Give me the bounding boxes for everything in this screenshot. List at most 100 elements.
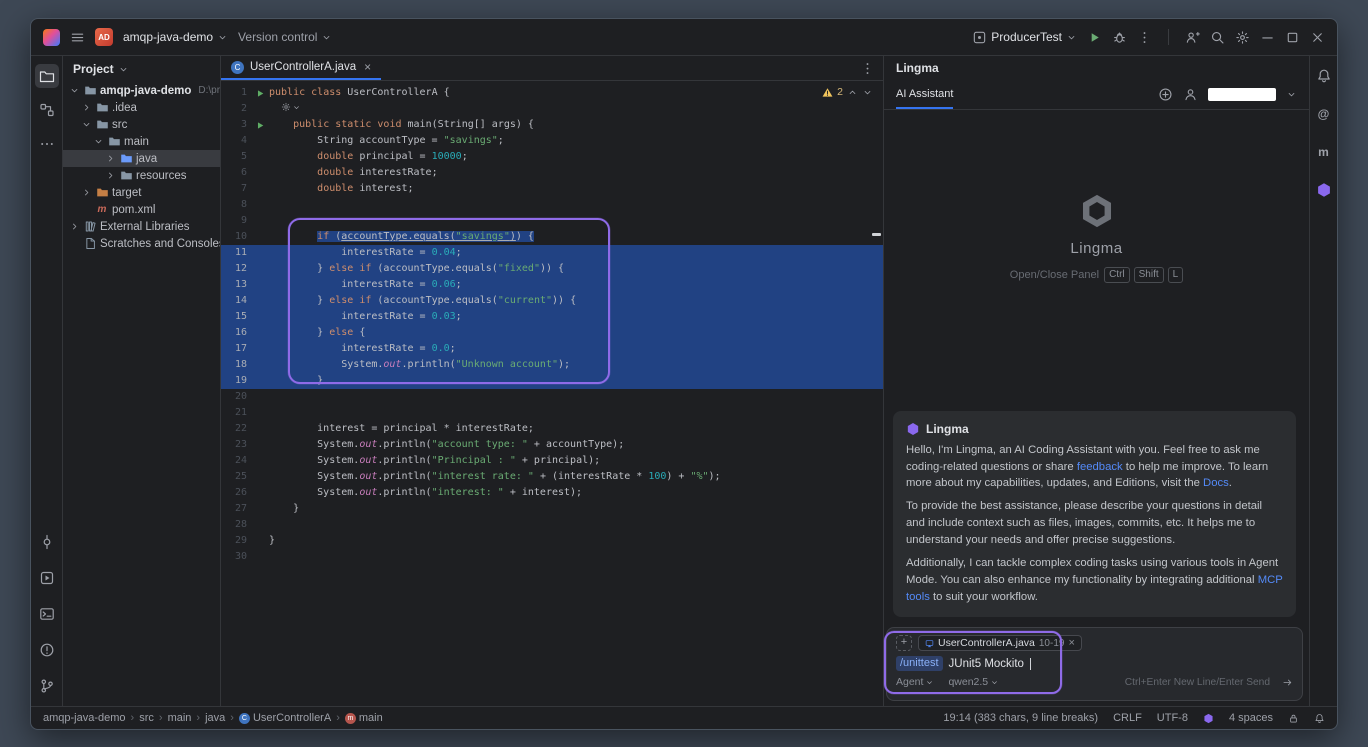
next-issue-icon[interactable] bbox=[862, 87, 873, 98]
link-feedback[interactable]: feedback bbox=[1077, 461, 1123, 473]
caret-position[interactable]: 19:14 (383 chars, 9 line breaks) bbox=[943, 712, 1098, 724]
file-encoding[interactable]: UTF-8 bbox=[1157, 712, 1188, 724]
context-file-label: UserControllerA.java bbox=[938, 637, 1035, 649]
notifications-icon[interactable] bbox=[1314, 713, 1325, 724]
inline-settings-icon[interactable] bbox=[281, 102, 301, 112]
chevron-down-icon bbox=[321, 32, 332, 43]
lingma-logo bbox=[1078, 192, 1116, 230]
user-avatar-icon[interactable] bbox=[1183, 87, 1198, 102]
indent-size[interactable]: 4 spaces bbox=[1229, 712, 1273, 724]
tree-item-scratches-and-consoles[interactable]: Scratches and Consoles bbox=[63, 235, 220, 252]
lingma-icon[interactable] bbox=[1312, 178, 1336, 202]
close-button[interactable] bbox=[1310, 30, 1325, 45]
tree-item-java[interactable]: java bbox=[63, 150, 220, 167]
code-line-5: 5 double principal = 10000; bbox=[221, 149, 883, 165]
run-button[interactable] bbox=[1087, 30, 1102, 45]
mentions-icon[interactable]: @ bbox=[1312, 102, 1336, 126]
maven-icon[interactable]: m bbox=[1312, 140, 1336, 164]
tree-item-main[interactable]: main bbox=[63, 133, 220, 150]
code-line-1: 1public class UserControllerA { bbox=[221, 85, 883, 101]
breadcrumb-main[interactable]: mmain bbox=[345, 712, 383, 724]
welcome-paragraph: To provide the best assistance, please d… bbox=[906, 498, 1283, 549]
project-panel-title[interactable]: Project bbox=[73, 62, 114, 76]
tree-item--idea[interactable]: .idea bbox=[63, 99, 220, 116]
more-h-icon[interactable] bbox=[35, 132, 59, 156]
line-separator[interactable]: CRLF bbox=[1113, 712, 1142, 724]
code-line-19: 19 } bbox=[221, 373, 883, 389]
editor-tab-usercontrollera[interactable]: C UserControllerA.java × bbox=[221, 56, 381, 80]
context-chip[interactable]: UserControllerA.java 10-19 × bbox=[918, 635, 1082, 651]
breadcrumb-java[interactable]: java bbox=[205, 712, 225, 724]
tab-ai-assistant[interactable]: AI Assistant bbox=[896, 80, 953, 109]
inspections-widget[interactable]: 2 bbox=[822, 86, 873, 98]
commit-icon[interactable] bbox=[35, 530, 59, 554]
link-docs[interactable]: Docs bbox=[1203, 477, 1229, 489]
lingma-empty-state: Lingma Open/Close PanelCtrlShiftL bbox=[884, 192, 1309, 283]
code-line-7: 7 double interest; bbox=[221, 181, 883, 197]
readonly-lock-icon[interactable] bbox=[1288, 713, 1299, 724]
project-avatar[interactable]: AD bbox=[95, 28, 113, 46]
code-line-15: 15 interestRate = 0.03; bbox=[221, 309, 883, 325]
tree-item-src[interactable]: src bbox=[63, 116, 220, 133]
code-line-18: 18 System.out.println("Unknown account")… bbox=[221, 357, 883, 373]
lingma-status-icon[interactable] bbox=[1203, 713, 1214, 724]
chevron-down-icon[interactable] bbox=[1286, 89, 1297, 100]
breadcrumb-amqp-java-demo[interactable]: amqp-java-demo bbox=[43, 712, 126, 724]
remove-context-icon[interactable]: × bbox=[1068, 637, 1074, 649]
debug-button[interactable] bbox=[1112, 30, 1127, 45]
tree-item-pom-xml[interactable]: mpom.xml bbox=[63, 201, 220, 218]
run-config-icon bbox=[972, 30, 987, 45]
code-line-6: 6 double interestRate; bbox=[221, 165, 883, 181]
left-toolbar bbox=[31, 56, 63, 706]
chat-input-text[interactable]: JUnit5 Mockito bbox=[949, 658, 1024, 670]
project-switcher[interactable]: amqp-java-demo bbox=[123, 30, 228, 44]
services-icon[interactable] bbox=[35, 566, 59, 590]
send-button[interactable] bbox=[1282, 677, 1293, 688]
breadcrumb-usercontrollera[interactable]: CUserControllerA bbox=[239, 712, 331, 724]
notifications-icon[interactable] bbox=[1312, 64, 1336, 88]
code-with-me-icon[interactable] bbox=[1185, 30, 1200, 45]
chevron-down-icon bbox=[217, 32, 228, 43]
editor: C UserControllerA.java × 2 bbox=[221, 56, 883, 706]
code-area[interactable]: 2 1public class UserControllerA {23 publ… bbox=[221, 81, 883, 706]
model-selector[interactable]: qwen2.5 bbox=[948, 676, 999, 688]
tree-item-external-libraries[interactable]: External Libraries bbox=[63, 218, 220, 235]
add-context-button[interactable]: + bbox=[896, 635, 912, 651]
breadcrumb-main[interactable]: main bbox=[168, 712, 192, 724]
git-branch-icon[interactable] bbox=[35, 674, 59, 698]
code-line-21: 21 bbox=[221, 405, 883, 421]
editor-tab-label: UserControllerA.java bbox=[250, 61, 356, 73]
command-chip[interactable]: /unittest bbox=[896, 656, 943, 671]
code-line-12: 12 } else if (accountType.equals("fixed"… bbox=[221, 261, 883, 277]
minimize-button[interactable] bbox=[1260, 30, 1275, 45]
code-line-4: 4 String accountType = "savings"; bbox=[221, 133, 883, 149]
terminal-icon[interactable] bbox=[35, 602, 59, 626]
prev-issue-icon[interactable] bbox=[847, 87, 858, 98]
maximize-button[interactable] bbox=[1285, 30, 1300, 45]
code-line-30: 30 bbox=[221, 549, 883, 565]
chat-input[interactable]: + UserControllerA.java 10-19 × /unittest… bbox=[886, 627, 1303, 701]
main-menu-icon[interactable] bbox=[70, 30, 85, 45]
new-chat-icon[interactable] bbox=[1158, 87, 1173, 102]
breadcrumb-src[interactable]: src bbox=[139, 712, 154, 724]
app-logo-icon[interactable] bbox=[43, 29, 60, 46]
vcs-widget[interactable]: Version control bbox=[238, 30, 332, 44]
structure-icon[interactable] bbox=[35, 98, 59, 122]
run-config-label: ProducerTest bbox=[991, 30, 1062, 44]
tree-item-resources[interactable]: resources bbox=[63, 167, 220, 184]
more-actions-icon[interactable] bbox=[1137, 30, 1152, 45]
tree-item-target[interactable]: target bbox=[63, 184, 220, 201]
key-l: L bbox=[1168, 267, 1184, 283]
tree-item-amqp-java-demo[interactable]: amqp-java-demoD:\projectVar bbox=[63, 82, 220, 99]
run-config-selector[interactable]: ProducerTest bbox=[972, 30, 1077, 45]
mode-selector[interactable]: Agent bbox=[896, 676, 934, 688]
titlebar: AD amqp-java-demo Version control Produc… bbox=[31, 19, 1337, 55]
project-icon[interactable] bbox=[35, 64, 59, 88]
editor-options-icon[interactable] bbox=[860, 61, 875, 76]
settings-icon[interactable] bbox=[1235, 30, 1250, 45]
welcome-message: Lingma Hello, I'm Lingma, an AI Coding A… bbox=[893, 411, 1296, 617]
search-icon[interactable] bbox=[1210, 30, 1225, 45]
problems-icon[interactable] bbox=[35, 638, 59, 662]
lingma-shortcut-hint: Open/Close PanelCtrlShiftL bbox=[1010, 267, 1183, 283]
tab-close-icon[interactable]: × bbox=[364, 60, 371, 74]
